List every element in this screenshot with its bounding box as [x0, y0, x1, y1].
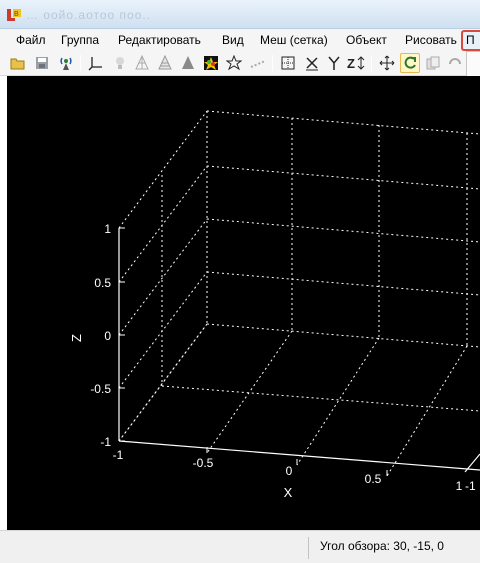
light-icon[interactable]: [110, 53, 130, 73]
menu-mesh[interactable]: Меш (сетка): [260, 32, 328, 49]
axes-icon[interactable]: [86, 53, 106, 73]
colormap-icon[interactable]: [201, 53, 221, 73]
y-tick-label: -1: [465, 479, 476, 493]
z-tick-label: 0.5: [94, 276, 111, 290]
view-angle-status: Угол обзора: 30, -15, 0: [320, 539, 444, 553]
z-tick-label: -1: [100, 435, 111, 449]
open-folder-icon[interactable]: [8, 53, 28, 73]
plot-canvas[interactable]: 1 0.5 0 -0.5 -1 Z -1 -0.5 0 0.5 1 -1 X: [7, 76, 480, 530]
menu-group[interactable]: Группа: [61, 32, 99, 49]
svg-text:Z: Z: [347, 56, 355, 71]
signal-icon[interactable]: [56, 53, 76, 73]
menu-bar: Файл Группа Редактировать Вид Меш (сетка…: [0, 29, 480, 51]
solid-cone-icon[interactable]: [178, 53, 198, 73]
x-tick-label: 1: [456, 479, 463, 493]
axes-lines: [118, 228, 480, 473]
title-bar: B … ooйo.аотоо поо..: [0, 0, 480, 29]
menu-object[interactable]: Объект: [346, 32, 387, 49]
svg-text:B: B: [14, 11, 19, 18]
x-tick-label: -0.5: [193, 456, 214, 470]
rotate-icon[interactable]: [400, 53, 420, 73]
z-tick-label: -0.5: [90, 382, 111, 396]
z-tick-label: 1: [104, 222, 111, 236]
status-separator: [308, 537, 309, 559]
x-tick-label: 0.5: [365, 472, 382, 486]
mesh-cone-icon[interactable]: [155, 53, 175, 73]
x-tick-label: -1: [113, 448, 124, 462]
z-tick-label: 0: [104, 329, 111, 343]
save-icon[interactable]: [32, 53, 52, 73]
status-bar: Угол обзора: 30, -15, 0: [0, 530, 480, 563]
pan-icon[interactable]: [377, 53, 397, 73]
menu-edit[interactable]: Редактировать: [118, 32, 201, 49]
view-xy-icon[interactable]: [324, 53, 344, 73]
dash-line-icon[interactable]: [248, 53, 268, 73]
menu-file[interactable]: Файл: [16, 32, 46, 49]
star-icon[interactable]: [224, 53, 244, 73]
box-icon[interactable]: [278, 53, 298, 73]
window-title: … ooйo.аотоо поо..: [26, 8, 152, 22]
toolbar: Z: [0, 51, 466, 76]
app-logo-icon: B: [7, 9, 21, 21]
undo-icon[interactable]: [445, 53, 465, 73]
menu-highlighted[interactable]: П: [461, 30, 480, 51]
wire-cone-icon[interactable]: [132, 53, 152, 73]
grid-lines: [118, 110, 480, 477]
zoom-z-icon[interactable]: Z: [346, 53, 366, 73]
plot-svg: 1 0.5 0 -0.5 -1 Z -1 -0.5 0 0.5 1 -1 X: [69, 110, 480, 500]
menu-view[interactable]: Вид: [222, 32, 244, 49]
z-axis-label: Z: [69, 334, 84, 342]
copy-icon[interactable]: [423, 53, 443, 73]
x-tick-label: 0: [286, 464, 293, 478]
tick-marks: [119, 227, 388, 476]
x-axis-label: X: [284, 485, 293, 500]
menu-draw[interactable]: Рисовать: [405, 32, 457, 49]
view-x-icon[interactable]: [302, 53, 322, 73]
